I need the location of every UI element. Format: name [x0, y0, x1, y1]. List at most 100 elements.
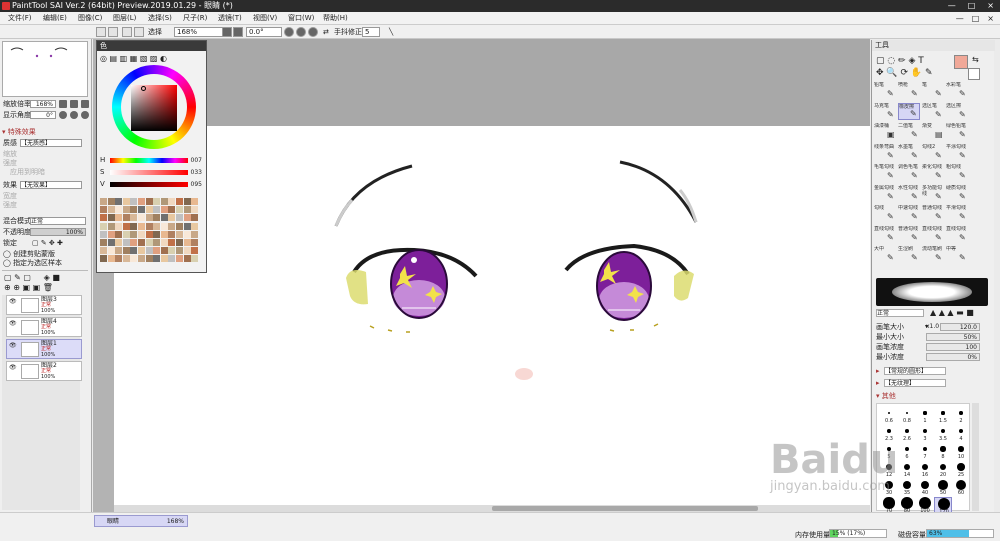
color-swatch[interactable]	[176, 222, 183, 230]
color-swatch[interactable]	[160, 255, 168, 263]
deselect-icon[interactable]	[96, 27, 106, 37]
nav-zoom-in-icon[interactable]	[70, 100, 78, 108]
color-swatch[interactable]	[122, 222, 130, 230]
color-swatch[interactable]	[115, 222, 123, 230]
color-swatch[interactable]	[122, 247, 130, 255]
color-swatch[interactable]	[138, 198, 145, 205]
brush-texture-select[interactable]: 【无纹理】	[884, 379, 946, 387]
color-swatch[interactable]	[115, 247, 123, 255]
layer-item[interactable]: 👁 图层2 正常 100%	[6, 361, 82, 381]
color-swatch[interactable]	[138, 247, 145, 255]
layer-item[interactable]: 👁 图层4 正常 100%	[6, 317, 82, 337]
brush-preset[interactable]: 水彩笔 ✎	[946, 82, 968, 99]
brush-shape-select[interactable]: 【常规的圆形】	[884, 367, 946, 375]
color-swatch[interactable]	[107, 255, 115, 263]
color-swatch[interactable]	[138, 206, 145, 214]
color-swatch[interactable]	[100, 222, 107, 230]
value-value[interactable]: 095	[191, 181, 202, 188]
color-swatch[interactable]	[183, 222, 191, 230]
nav-zoom-field[interactable]: 168%	[30, 100, 56, 108]
color-swatch[interactable]	[115, 206, 123, 214]
color-swatch[interactable]	[191, 255, 199, 263]
eye-icon[interactable]: 👁	[9, 320, 17, 327]
rotation-field[interactable]: 0.0°	[246, 27, 282, 37]
layer-buttons-row2[interactable]: ⊕ ⊕ ▣ ▣ 🗑	[4, 283, 53, 292]
scrollbar-thumb[interactable]	[492, 506, 758, 511]
color-swatch[interactable]	[100, 198, 107, 205]
color-swatch[interactable]	[138, 230, 145, 238]
document-tab[interactable]: 眼睛 168%	[94, 515, 188, 527]
color-swatch[interactable]	[153, 214, 161, 222]
brush-preset[interactable]: 多功能勾线 ✎	[922, 185, 944, 202]
brush-size-mult[interactable]: x1.0	[926, 323, 940, 331]
sv-cursor[interactable]	[141, 86, 146, 91]
color-swatch[interactable]	[191, 230, 199, 238]
brush-preset[interactable]: 绿色铅笔 ✎	[946, 123, 968, 140]
min-size-value[interactable]: 50%	[926, 333, 980, 341]
min-density-value[interactable]: 0%	[926, 353, 980, 361]
color-swatches[interactable]	[100, 198, 203, 271]
hue-value[interactable]: 007	[191, 157, 202, 164]
color-swatch[interactable]	[145, 198, 153, 205]
opacity-slider[interactable]: 100%	[30, 228, 86, 236]
fill-icon[interactable]	[134, 27, 144, 37]
stabilizer-field[interactable]: 5	[362, 27, 380, 37]
brush-preset[interactable]: 二值笔 ✎	[898, 123, 920, 140]
color-swatch[interactable]	[107, 214, 115, 222]
color-swatch[interactable]	[183, 214, 191, 222]
layer-item[interactable]: 👁 图层3 正常 100%	[6, 295, 82, 315]
effect-select[interactable]: 【无效果】	[20, 181, 82, 189]
brush-preset[interactable]: 平涂勾线 ✎	[946, 144, 968, 161]
brush-preset[interactable]: 勾线 ✎	[874, 205, 896, 222]
nav-angle-field[interactable]: 0°	[30, 111, 56, 119]
color-swatch[interactable]	[115, 239, 123, 246]
brush-preset[interactable]: 普通勾线 ✎	[922, 205, 944, 222]
brush-preset[interactable]: 柔化勾线 ✎	[922, 164, 944, 181]
zoom-field[interactable]: 168%	[174, 27, 224, 37]
color-swatch[interactable]	[153, 230, 161, 238]
color-swatch[interactable]	[183, 247, 191, 255]
size-preset[interactable]: 0.8	[898, 407, 916, 424]
brush-preset[interactable]: 油漆桶 ▣	[874, 123, 896, 140]
brush-preset[interactable]: 直线勾线 ✎	[922, 226, 944, 243]
menu-image[interactable]: 图像(C)	[78, 12, 113, 24]
color-swatch[interactable]	[168, 230, 176, 238]
doc-close-button[interactable]: ×	[987, 12, 994, 25]
brush-preset[interactable]: 橡皮擦 ✎	[898, 102, 920, 120]
brush-preset[interactable]: 流动笔刷 ✎	[922, 246, 944, 263]
color-swatch[interactable]	[122, 214, 130, 222]
color-swatch[interactable]	[115, 198, 123, 205]
line-tool-icon[interactable]: ╲	[389, 27, 393, 37]
color-swatch[interactable]	[145, 247, 153, 255]
brush-preset[interactable]: 粗勾线 ✎	[946, 164, 968, 181]
color-swatch[interactable]	[107, 222, 115, 230]
color-swatch[interactable]	[176, 239, 183, 246]
brush-preset[interactable]: 渐变 ▤	[922, 123, 944, 140]
color-swatch[interactable]	[107, 206, 115, 214]
zoom-in-icon[interactable]	[233, 27, 243, 37]
layer-buttons-row1[interactable]: ▢ ✎ ▢ ◈ ■	[4, 273, 60, 282]
color-swatch[interactable]	[130, 247, 138, 255]
color-swatch[interactable]	[122, 206, 130, 214]
brush-preset[interactable]: 勾线2 ✎	[922, 144, 944, 161]
color-swatch[interactable]	[160, 198, 168, 205]
color-swatch[interactable]	[183, 255, 191, 263]
size-preset[interactable]: 2	[952, 407, 970, 424]
color-swatch[interactable]	[138, 214, 145, 222]
brush-preset[interactable]: 平滑勾线 ✎	[946, 205, 968, 222]
color-swatch[interactable]	[153, 255, 161, 263]
texture-expand-icon[interactable]: ▸	[876, 379, 880, 387]
color-swatch[interactable]	[100, 214, 107, 222]
color-swatch[interactable]	[100, 247, 107, 255]
color-swatch[interactable]	[183, 230, 191, 238]
color-swatch[interactable]	[130, 255, 138, 263]
brush-preset[interactable]: 笔 ✎	[922, 82, 944, 99]
size-preset[interactable]: 1	[916, 407, 934, 424]
menu-ruler[interactable]: 尺子(R)	[183, 12, 218, 24]
color-swatch[interactable]	[122, 239, 130, 246]
flip-icon[interactable]: ⇄	[323, 27, 329, 37]
color-swatch[interactable]	[122, 230, 130, 238]
color-swatch[interactable]	[107, 239, 115, 246]
nav-zoom-out-icon[interactable]	[59, 100, 67, 108]
color-swatch[interactable]	[153, 198, 161, 205]
